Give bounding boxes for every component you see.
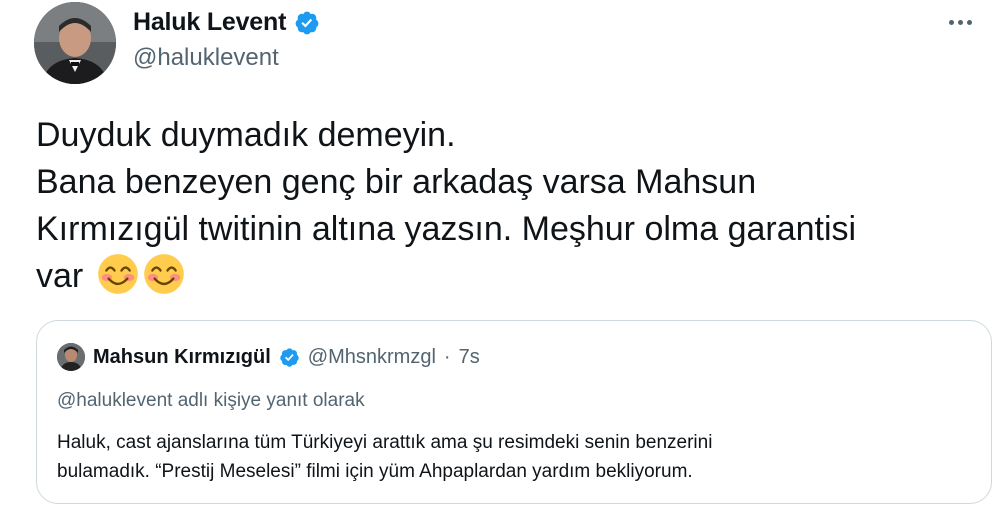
reply-context[interactable]: @haluklevent adlı kişiye yanıt olarak xyxy=(57,390,365,412)
quoted-text-line: Haluk, cast ajanslarına tüm Türkiyeyi ar… xyxy=(57,432,713,453)
quoted-avatar-image xyxy=(57,343,85,371)
more-dots-icon xyxy=(948,19,954,25)
more-options-button[interactable] xyxy=(940,12,980,32)
quoted-author-handle[interactable]: @Mhsnkrmzgl xyxy=(308,346,436,369)
tweet-text: Duyduk duymadık demeyin. Bana benzeyen g… xyxy=(36,112,976,300)
author-name[interactable]: Haluk Levent xyxy=(133,8,286,37)
quoted-tweet-card[interactable]: Mahsun Kırmızıgül @Mhsnkrmzgl · 7s @halu… xyxy=(36,320,992,504)
tweet-text-line: Kırmızıgül twitinin altına yazsın. Meşhu… xyxy=(36,210,857,248)
verified-badge-icon xyxy=(295,11,319,34)
more-dots-icon xyxy=(966,19,972,25)
avatar-image xyxy=(34,2,116,84)
tweet-text-line: var xyxy=(36,257,84,295)
quoted-separator: · xyxy=(443,345,451,368)
smiling-face-emoji-icon xyxy=(143,254,184,294)
more-dots-icon xyxy=(957,19,963,25)
verified-badge-icon xyxy=(280,347,299,367)
tweet-text-line: Bana benzeyen genç bir arkadaş varsa Mah… xyxy=(36,163,757,201)
quoted-tweet-text: Haluk, cast ajanslarına tüm Türkiyeyi ar… xyxy=(57,428,977,486)
tweet-text-line: Duyduk duymadık demeyin. xyxy=(36,116,456,154)
tweet-text-last-line: var xyxy=(36,253,976,300)
quoted-timestamp[interactable]: 7s xyxy=(459,346,480,369)
author-name-row: Haluk Levent xyxy=(133,8,320,37)
quoted-text-line: bulamadık. “Prestij Meselesi” filmi için… xyxy=(57,461,693,482)
author-handle[interactable]: @haluklevent xyxy=(133,44,279,72)
quoted-tweet-header: Mahsun Kırmızıgül @Mhsnkrmzgl · 7s xyxy=(57,343,480,371)
quoted-author-avatar[interactable] xyxy=(57,343,85,371)
smiling-face-emoji-icon xyxy=(97,254,138,294)
author-avatar[interactable] xyxy=(34,2,116,84)
tweet-card: Haluk Levent @haluklevent Duyduk duymadı… xyxy=(0,0,1000,531)
quoted-author-name[interactable]: Mahsun Kırmızıgül xyxy=(93,346,271,369)
